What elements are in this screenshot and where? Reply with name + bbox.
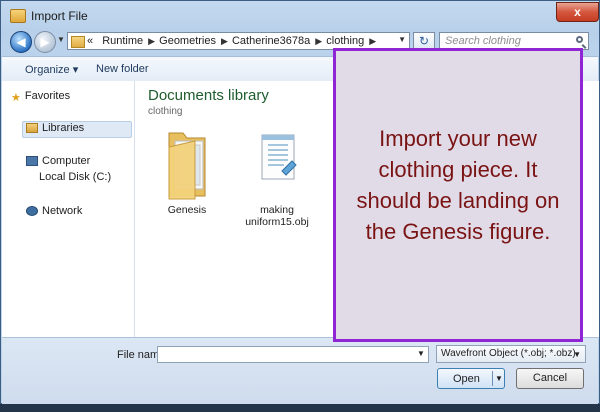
sidebar-item-libraries[interactable]: Libraries <box>22 121 132 138</box>
file-name: Genesis <box>167 204 207 216</box>
network-icon <box>26 206 38 217</box>
obj-file-icon <box>261 134 297 180</box>
breadcrumb: « Runtime ▶ Geometries ▶ Catherine3678a ▶ c… <box>87 35 377 47</box>
computer-icon <box>26 156 38 167</box>
folder-icon <box>71 36 85 48</box>
breadcrumb-runtime[interactable]: Runtime <box>102 35 143 47</box>
breadcrumb-clothing[interactable]: clothing <box>326 35 364 47</box>
file-name: making uniform15.obj <box>245 204 309 228</box>
sidebar-item-label: Libraries <box>42 122 85 134</box>
app-icon <box>10 9 26 23</box>
split-divider <box>492 371 493 386</box>
chevron-right-icon[interactable]: ▶ <box>369 36 376 46</box>
file-name-input[interactable] <box>157 346 429 363</box>
search-icon <box>576 36 583 43</box>
cancel-button[interactable]: Cancel <box>516 368 584 389</box>
title-bar[interactable]: Import File x <box>1 1 599 29</box>
back-button[interactable]: ◀ <box>10 31 32 53</box>
chevron-right-icon[interactable]: ▶ <box>148 36 155 46</box>
sidebar-item-favorites[interactable]: ★ Favorites <box>11 90 71 105</box>
file-item-making-uniform15[interactable]: making uniform15.obj <box>237 131 317 228</box>
file-item-genesis[interactable]: Genesis <box>147 129 227 216</box>
chevron-right-icon[interactable]: ▶ <box>221 36 228 46</box>
breadcrumb-overflow[interactable]: « <box>87 35 93 47</box>
star-icon: ★ <box>11 92 21 105</box>
sidebar-item-label: Local Disk (C:) <box>39 171 112 183</box>
libraries-icon <box>26 123 38 134</box>
file-name-dropdown-icon[interactable]: ▼ <box>417 349 425 358</box>
forward-button[interactable]: ▶ <box>34 31 56 53</box>
library-title: Documents library <box>148 87 269 104</box>
file-selection-bar: File name: ▼ Wavefront Object (*.obj; *.… <box>2 337 598 404</box>
navigation-pane: ★ Favorites Libraries Computer Local Disk… <box>2 81 135 337</box>
sidebar-item-label: Computer <box>42 155 91 167</box>
open-options-dropdown-icon[interactable]: ▼ <box>495 374 503 383</box>
instruction-overlay: Import your new clothing piece. It shoul… <box>333 48 583 342</box>
sidebar-item-local-disk[interactable]: Local Disk (C:) <box>39 171 111 183</box>
library-subtitle: clothing <box>148 106 183 117</box>
close-button[interactable]: x <box>556 2 599 22</box>
breadcrumb-geometries[interactable]: Geometries <box>159 35 216 47</box>
import-file-dialog: Import File x ◀ ▶ ▼ « Runtime ▶ Geometrie… <box>0 0 600 404</box>
address-dropdown-icon[interactable]: ▼ <box>398 35 406 44</box>
recent-pages-dropdown-icon[interactable]: ▼ <box>57 35 65 44</box>
chevron-down-icon: ▼ <box>573 350 581 359</box>
window-title: Import File <box>31 9 88 23</box>
file-type-select[interactable]: Wavefront Object (*.obj; *.obz) ▼ <box>436 345 586 363</box>
file-type-value: Wavefront Object (*.obj; *.obz) <box>441 348 576 359</box>
open-button-label: Open <box>453 373 480 385</box>
instruction-text: Import your new clothing piece. It shoul… <box>356 126 560 244</box>
folder-icon <box>168 132 206 200</box>
chevron-right-icon[interactable]: ▶ <box>315 36 322 46</box>
breadcrumb-catherine3678a[interactable]: Catherine3678a <box>232 35 310 47</box>
organize-button[interactable]: Organize ▾ <box>25 63 78 76</box>
search-placeholder: Search clothing <box>445 35 521 47</box>
new-folder-button[interactable]: New folder <box>96 63 149 75</box>
sidebar-item-label: Network <box>42 205 83 217</box>
sidebar-item-computer[interactable]: Computer <box>26 155 90 167</box>
sidebar-item-label: Favorites <box>24 90 71 102</box>
sidebar-item-network[interactable]: Network <box>26 205 82 217</box>
open-button[interactable]: Open ▼ <box>437 368 505 389</box>
